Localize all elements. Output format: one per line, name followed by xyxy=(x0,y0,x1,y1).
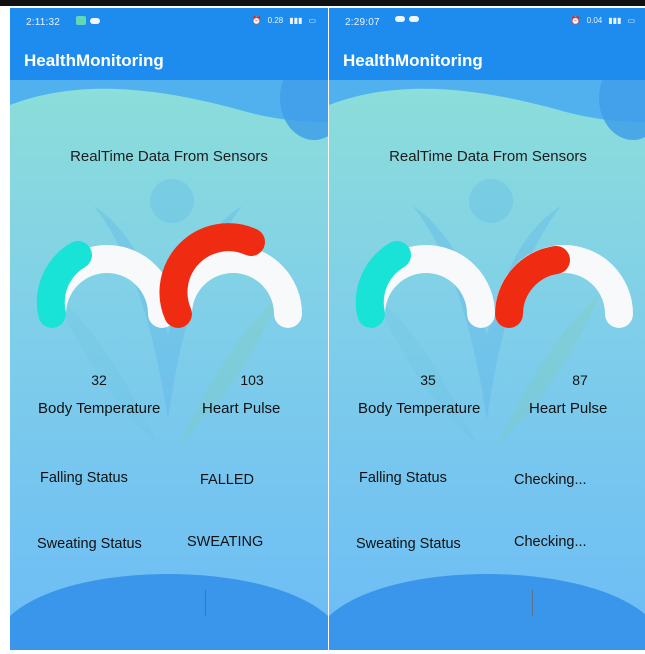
signal-icon: ▮▮▮ xyxy=(289,16,303,25)
section-heading: RealTime Data From Sensors xyxy=(70,148,268,165)
pulse-gauge xyxy=(158,214,308,344)
status-right: ⏰ 0.04 ▮▮▮ ▭ xyxy=(571,16,635,25)
battery-icon: ▭ xyxy=(308,16,316,25)
alarm-icon: ⏰ xyxy=(251,16,262,25)
cloud-icon xyxy=(395,16,405,22)
app-bar: 2:29:07 ⏰ 0.04 ▮▮▮ ▭ HealthMonitoring xyxy=(329,8,645,80)
phone-screen-right: 2:29:07 ⏰ 0.04 ▮▮▮ ▭ HealthMonitoring Re… xyxy=(329,8,645,650)
status-time: 2:11:32 xyxy=(26,17,61,28)
temperature-gauge xyxy=(351,214,501,344)
bottom-divider xyxy=(205,590,206,616)
network-speed: 0.28 xyxy=(267,16,284,25)
alarm-icon: ⏰ xyxy=(570,16,581,25)
app-title: HealthMonitoring xyxy=(24,51,164,70)
pulse-value: 87 xyxy=(572,372,588,388)
status-left-icons xyxy=(395,16,419,22)
sweating-status-label: Sweating Status xyxy=(356,536,461,552)
falling-status-value: FALLED xyxy=(200,472,254,488)
status-right: ⏰ 0.28 ▮▮▮ ▭ xyxy=(252,16,316,25)
status-left-icons xyxy=(76,16,100,25)
app-bar: 2:11:32 ⏰ 0.28 ▮▮▮ ▭ HealthMonitoring xyxy=(10,8,328,80)
background-art xyxy=(10,80,328,650)
status-bar: 2:29:07 ⏰ 0.04 ▮▮▮ ▭ xyxy=(329,8,645,36)
temperature-value: 35 xyxy=(420,372,436,388)
notification-icon xyxy=(76,16,86,25)
temperature-label: Body Temperature xyxy=(38,400,161,417)
pulse-label: Heart Pulse xyxy=(529,400,608,417)
signal-icon: ▮▮▮ xyxy=(608,16,622,25)
status-bar: 2:11:32 ⏰ 0.28 ▮▮▮ ▭ xyxy=(10,8,328,36)
pulse-label: Heart Pulse xyxy=(202,400,281,417)
temperature-value: 32 xyxy=(91,372,107,388)
sweating-status-value: Checking... xyxy=(514,534,587,550)
falling-status-label: Falling Status xyxy=(40,470,128,486)
falling-status-value: Checking... xyxy=(514,472,587,488)
pulse-value: 103 xyxy=(240,372,264,388)
window-top-line xyxy=(0,0,645,6)
app-title: HealthMonitoring xyxy=(343,51,483,70)
sweating-status-value: SWEATING xyxy=(187,534,264,550)
phone-screen-left: 2:11:32 ⏰ 0.28 ▮▮▮ ▭ HealthMonitoring Re… xyxy=(10,8,328,650)
status-time: 2:29:07 xyxy=(345,17,380,28)
temperature-label: Body Temperature xyxy=(358,400,481,417)
pulse-gauge xyxy=(489,214,639,344)
cloud-icon xyxy=(90,17,100,24)
network-speed: 0.04 xyxy=(586,16,603,25)
section-heading: RealTime Data From Sensors xyxy=(389,148,587,165)
background-art xyxy=(329,80,645,650)
cloud-icon xyxy=(409,16,419,22)
falling-status-label: Falling Status xyxy=(359,470,447,486)
bottom-divider xyxy=(532,590,533,616)
sweating-status-label: Sweating Status xyxy=(37,536,142,552)
battery-icon: ▭ xyxy=(627,16,635,25)
